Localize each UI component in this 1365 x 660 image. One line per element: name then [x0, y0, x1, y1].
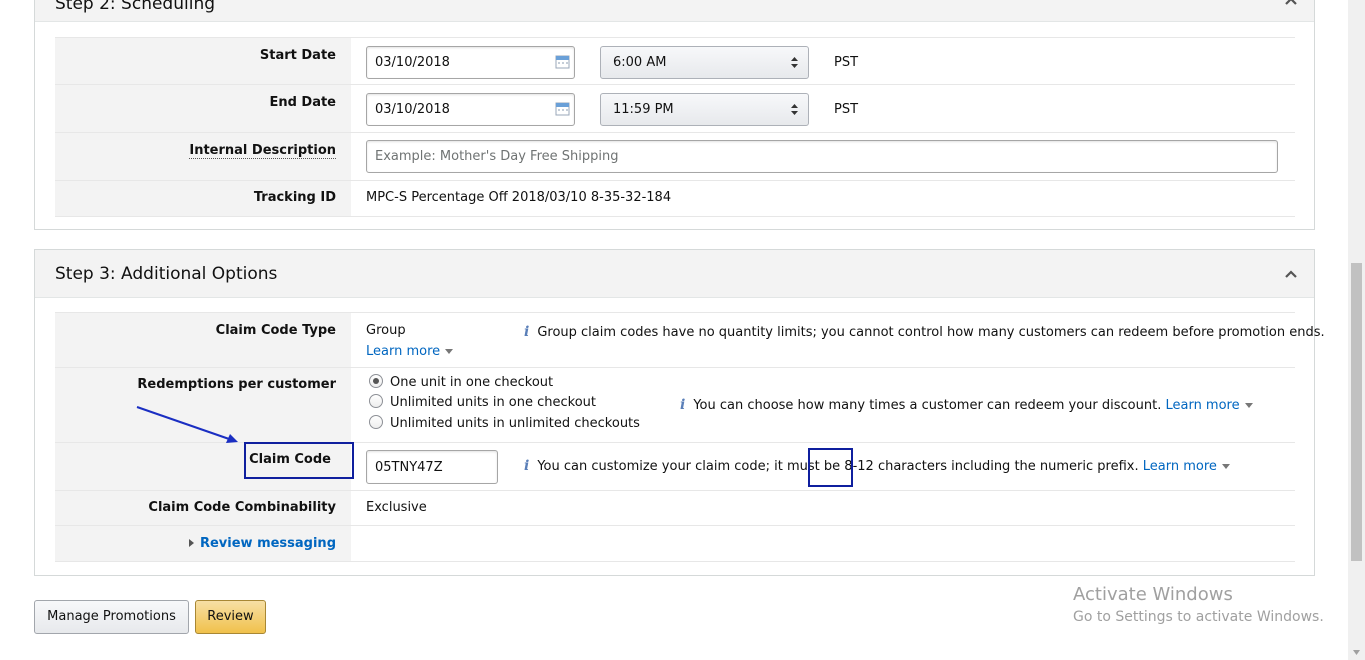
scroll-down-arrow-icon[interactable] [1348, 646, 1365, 660]
end-timezone: PST [834, 102, 859, 117]
redemption-option-2[interactable]: Unlimited units in one checkout [369, 394, 596, 410]
end-time-value: 11:59 PM [613, 102, 674, 117]
redemptions-info: i You can choose how many times a custome… [680, 397, 1253, 413]
length-range-highlight-box [808, 448, 853, 487]
chevron-up-icon[interactable] [1284, 267, 1298, 281]
info-icon: i [680, 397, 686, 413]
combinability-value: Exclusive [366, 500, 427, 515]
step2-panel: Step 2: Scheduling Start Date 6:00 AM PS… [34, 0, 1315, 230]
internal-description-input[interactable] [366, 140, 1278, 173]
claim-code-type-learn-more[interactable]: Learn more [366, 344, 454, 359]
scrollbar[interactable] [1348, 0, 1365, 660]
triangle-right-icon [188, 539, 194, 547]
end-date-input[interactable] [366, 93, 575, 126]
review-button[interactable]: Review [195, 600, 266, 634]
caret-down-icon [1221, 464, 1230, 469]
end-date-row: End Date 11:59 PM PST [55, 85, 1295, 133]
claim-code-learn-more[interactable]: Learn more [1143, 459, 1230, 474]
watermark-subtitle: Go to Settings to activate Windows. [1073, 609, 1324, 625]
info-icon: i [524, 324, 530, 340]
claim-code-type-info: i Group claim codes have no quantity limi… [524, 324, 1325, 340]
claim-code-input[interactable] [366, 450, 498, 484]
radio-unchecked[interactable] [369, 394, 383, 408]
tracking-id-label: Tracking ID [55, 181, 351, 216]
step2-header[interactable]: Step 2: Scheduling [35, 0, 1314, 22]
review-messaging-row: Review messaging [55, 526, 1295, 562]
claim-code-type-value: Group [366, 323, 406, 338]
info-icon: i [524, 458, 530, 474]
internal-description-label: Internal Description [55, 133, 351, 180]
end-date-label: End Date [55, 85, 351, 132]
calendar-icon[interactable] [555, 54, 570, 69]
tracking-id-row: Tracking ID MPC-S Percentage Off 2018/03… [55, 181, 1295, 217]
caret-down-icon [445, 349, 454, 354]
updown-arrows-icon [791, 104, 798, 115]
scrollbar-thumb[interactable] [1351, 263, 1362, 561]
radio-unchecked[interactable] [369, 415, 383, 429]
internal-description-row: Internal Description [55, 133, 1295, 181]
combinability-row: Claim Code Combinability Exclusive [55, 491, 1295, 526]
end-time-select[interactable]: 11:59 PM [600, 93, 809, 126]
claim-code-type-row: Claim Code Type Group Learn more i Group … [55, 312, 1325, 368]
step3-header[interactable]: Step 3: Additional Options [35, 250, 1314, 298]
start-date-label: Start Date [55, 38, 351, 84]
start-timezone: PST [834, 55, 859, 70]
chevron-up-icon[interactable] [1284, 0, 1298, 8]
start-date-row: Start Date 6:00 AM PST [55, 37, 1295, 85]
start-time-value: 6:00 AM [613, 55, 667, 70]
start-time-select[interactable]: 6:00 AM [600, 46, 809, 79]
tracking-id-value: MPC-S Percentage Off 2018/03/10 8-35-32-… [366, 190, 672, 205]
combinability-label: Claim Code Combinability [55, 491, 351, 525]
updown-arrows-icon [791, 57, 798, 68]
radio-checked[interactable] [369, 374, 383, 388]
start-date-input[interactable] [366, 46, 575, 79]
calendar-icon[interactable] [555, 101, 570, 116]
claim-code-info: i You can customize your claim code; it m… [524, 458, 1230, 474]
claim-code-type-label: Claim Code Type [55, 313, 351, 367]
redemption-option-3[interactable]: Unlimited units in unlimited checkouts [369, 415, 640, 431]
claim-code-row: Claim Code iYou can customize your claim… [55, 443, 1295, 491]
step3-title: Step 3: Additional Options [55, 264, 278, 284]
caret-down-icon [1244, 403, 1253, 408]
redemption-option-1[interactable]: One unit in one checkout [369, 374, 553, 390]
step2-title: Step 2: Scheduling [55, 0, 216, 14]
claim-code-highlight-box [244, 442, 354, 479]
redemptions-learn-more[interactable]: Learn more [1165, 398, 1253, 413]
manage-promotions-button[interactable]: Manage Promotions [34, 600, 189, 634]
watermark-title: Activate Windows [1073, 584, 1233, 605]
annotation-arrow [136, 406, 238, 443]
review-messaging-toggle[interactable]: Review messaging [55, 526, 351, 561]
